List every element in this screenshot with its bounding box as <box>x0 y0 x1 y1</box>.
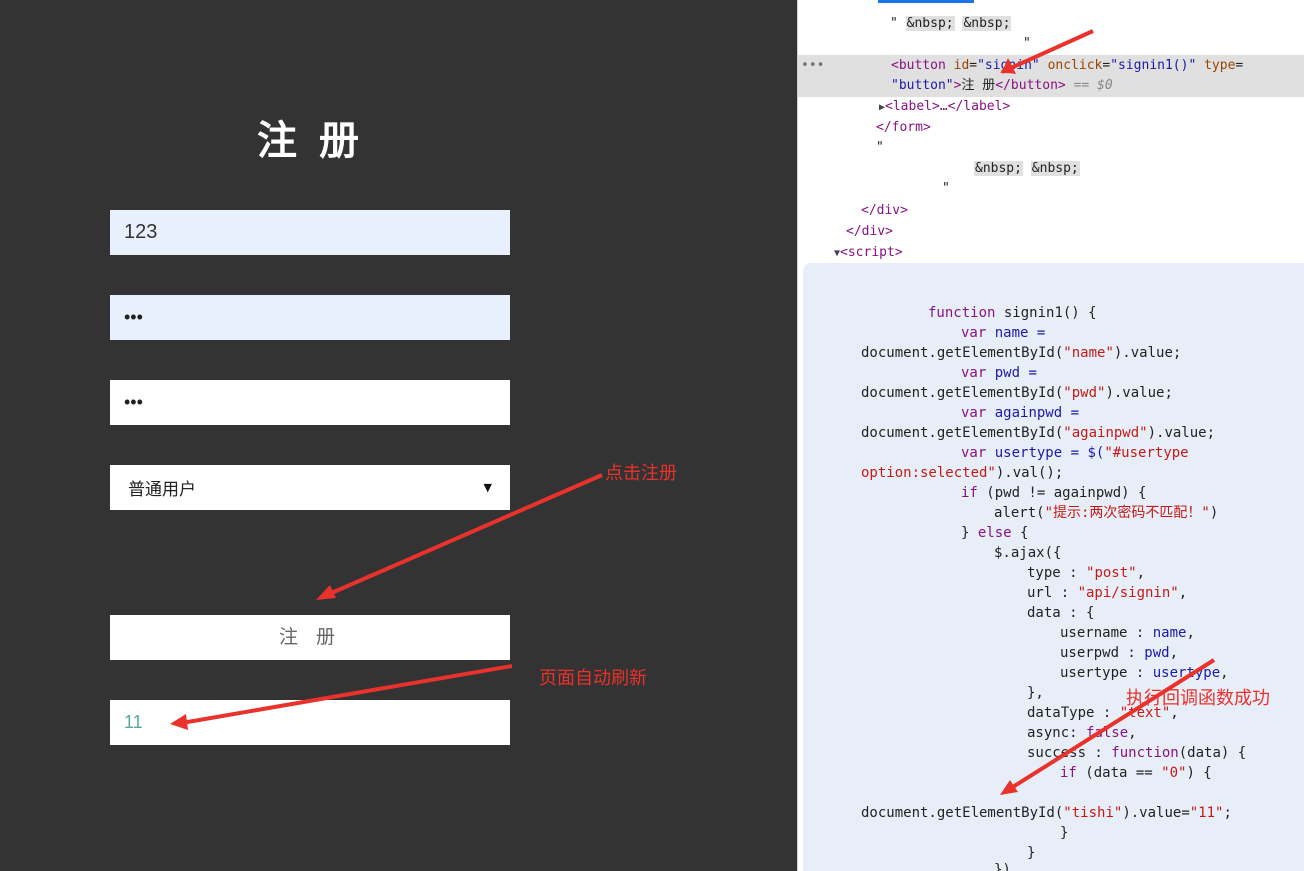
dom-text-node[interactable]: " &nbsp; &nbsp; <box>890 14 1012 34</box>
usertype-selected-value: 普通用户 <box>128 480 196 500</box>
div-close-node[interactable]: </div> <box>861 201 908 221</box>
signin-button[interactable]: 注 册 <box>110 615 510 660</box>
active-tab-indicator <box>878 0 974 3</box>
dom-text-node-end: " <box>1023 36 1031 51</box>
script-source-block: function signin1() { var name = document… <box>803 263 1304 871</box>
annotation-callback-success: 执行回调函数成功 <box>1126 688 1270 709</box>
annotation-click-signin: 点击注册 <box>605 463 677 484</box>
more-options-icon[interactable]: ••• <box>801 58 824 73</box>
tishi-input[interactable] <box>110 700 510 745</box>
chevron-down-icon: ▼ <box>483 481 492 494</box>
password-input[interactable] <box>110 295 510 340</box>
confirm-password-input[interactable] <box>110 380 510 425</box>
username-input[interactable] <box>110 210 510 255</box>
dom-text-node-end: " <box>942 181 950 196</box>
page-title: 注 册 <box>257 118 363 164</box>
signup-page: 注 册 普通用户 ▼ 注 册 <box>0 0 797 871</box>
button-node-cont[interactable]: "button">注 册</button> == $0 <box>891 76 1113 96</box>
devtools-elements-panel: " &nbsp; &nbsp; " ••• <button id="signin… <box>797 0 1304 871</box>
dom-text-node[interactable]: " <box>876 138 884 158</box>
form-close-node[interactable]: </form> <box>876 118 931 138</box>
dom-text-node-entities: &nbsp; &nbsp; <box>974 161 1080 176</box>
label-node[interactable]: ▶<label>…</label> <box>879 97 1010 118</box>
script-node[interactable]: ▼<script> <box>834 243 903 264</box>
usertype-select[interactable]: 普通用户 ▼ <box>110 465 510 510</box>
div-close-node[interactable]: </div> <box>846 222 893 242</box>
annotation-page-refresh: 页面自动刷新 <box>539 668 647 689</box>
button-node[interactable]: <button id="signin" onclick="signin1()" … <box>891 56 1243 76</box>
